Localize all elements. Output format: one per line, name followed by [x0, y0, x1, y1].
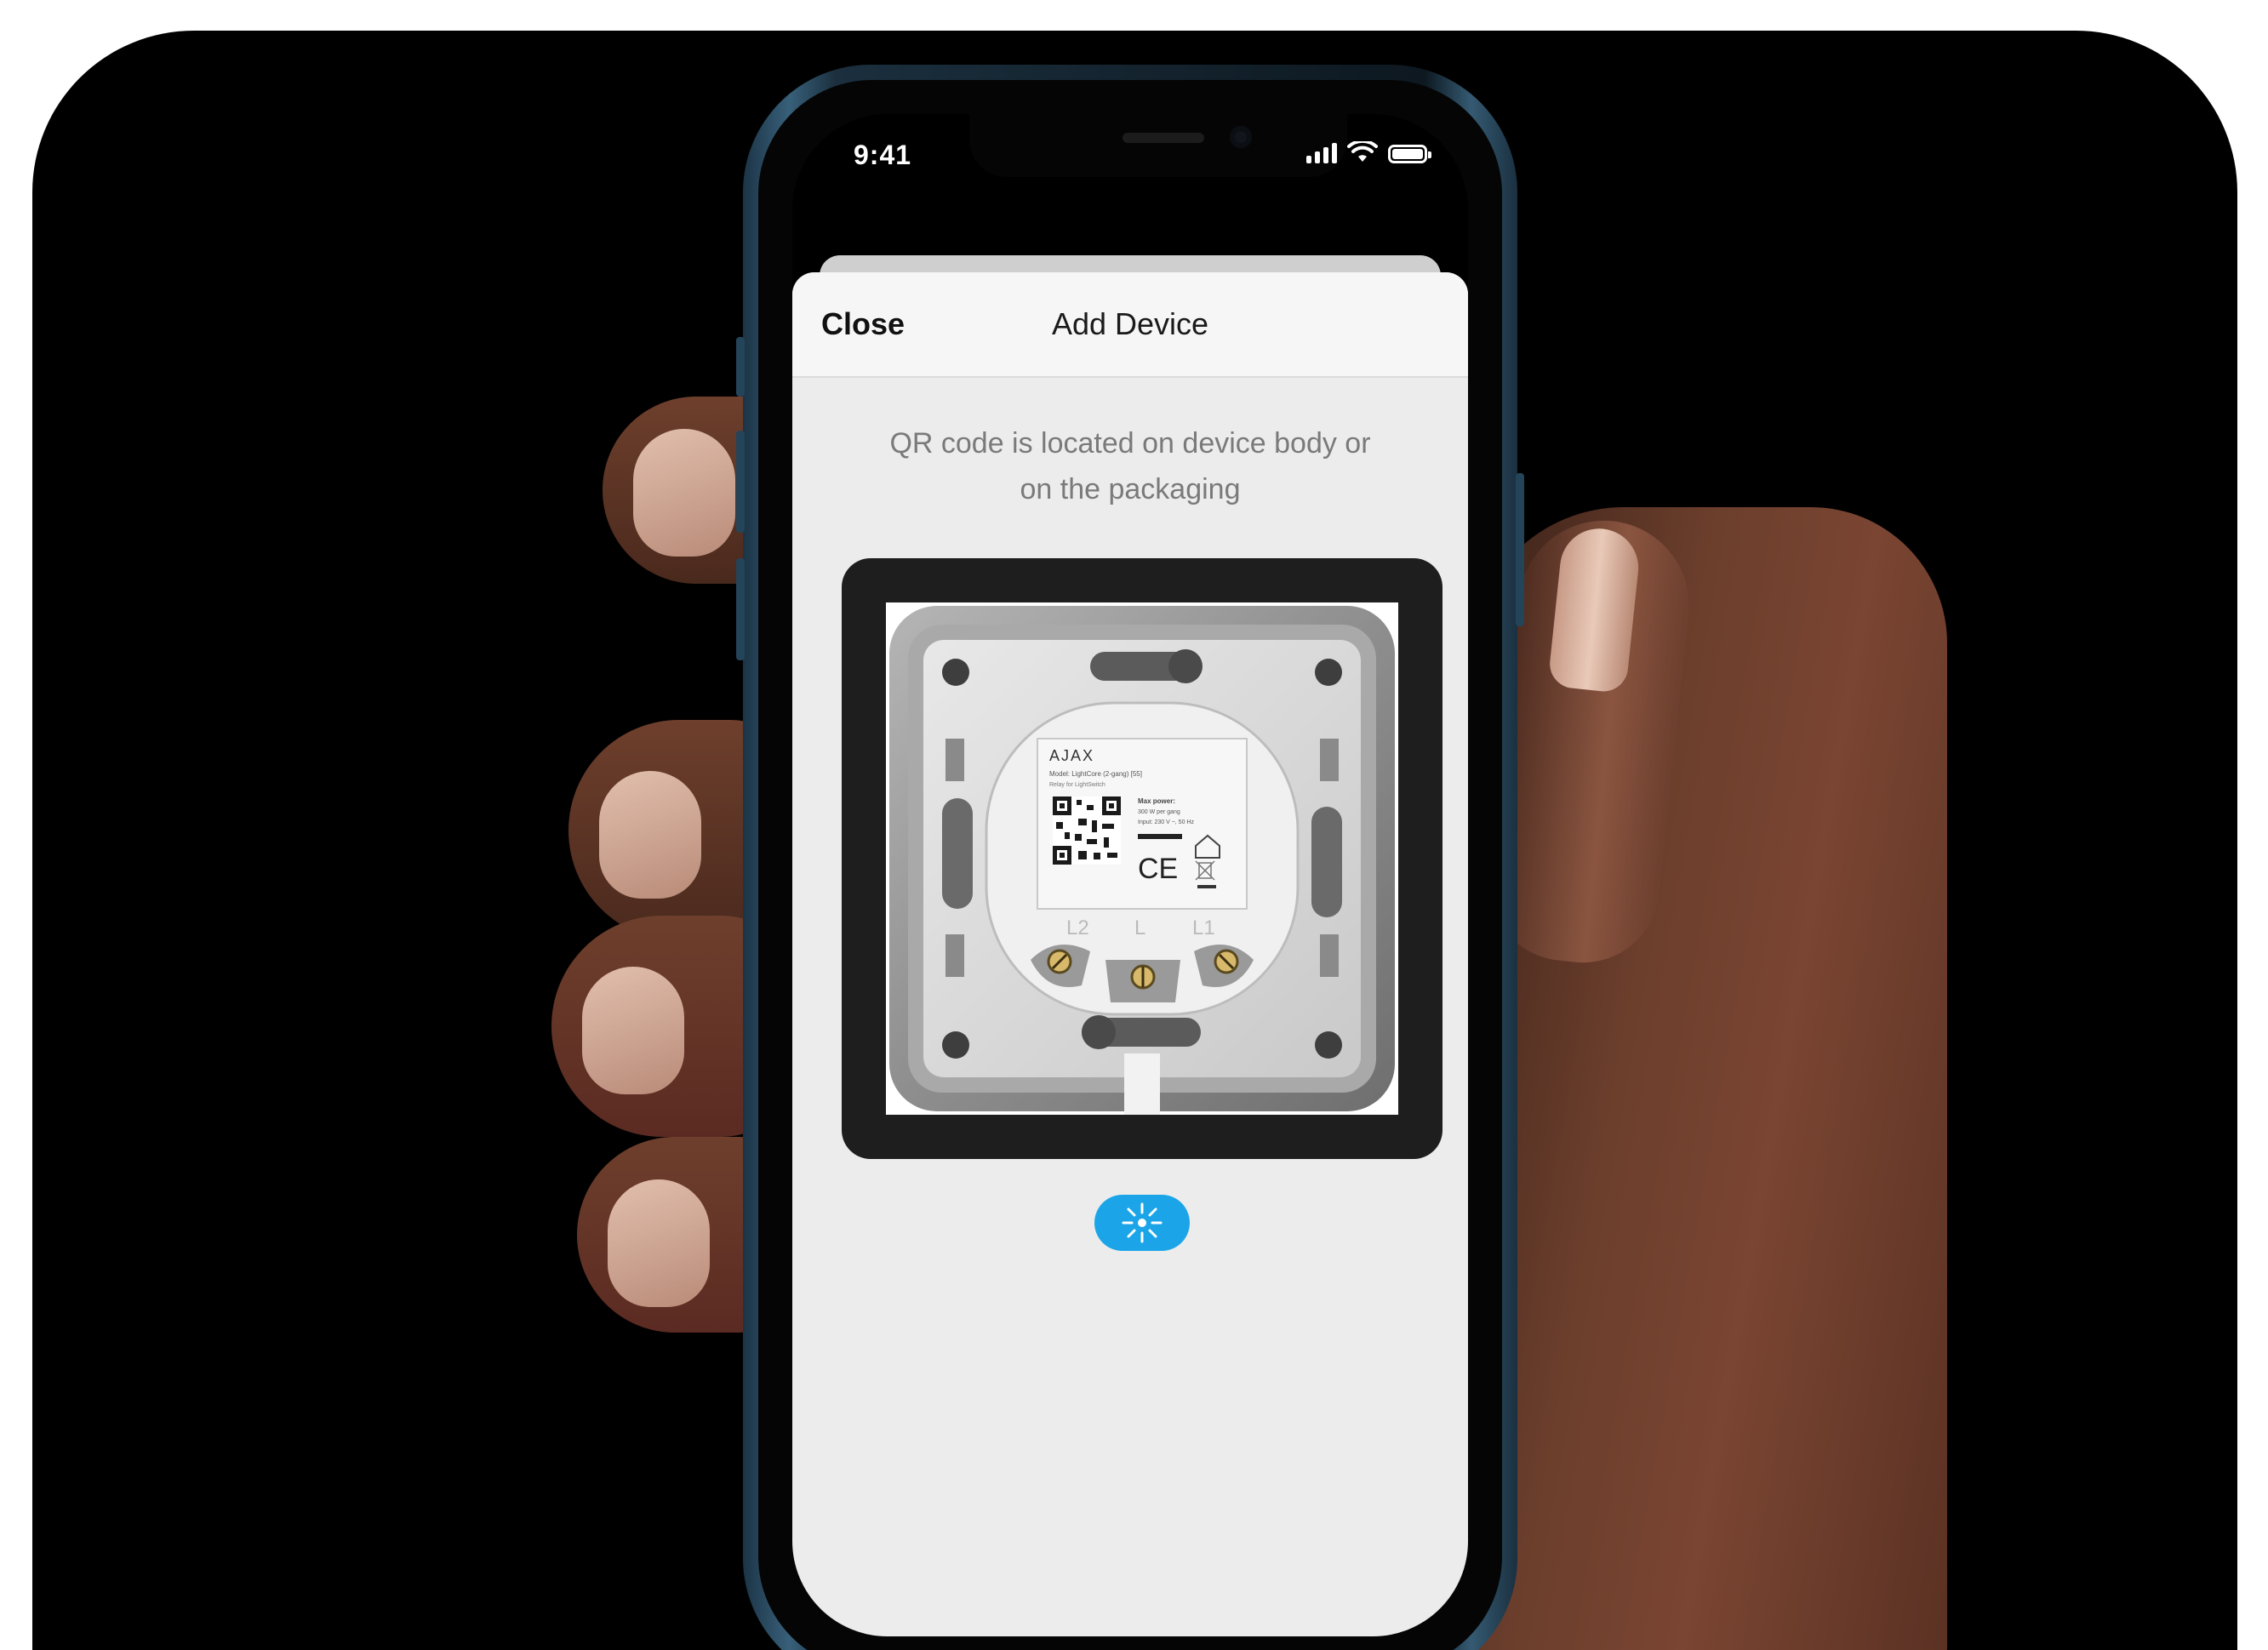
qr-scanner-viewfinder[interactable]: AJAX Model: LightCore (2-gang) [55] Rela…: [842, 558, 1442, 1159]
device-image: AJAX Model: LightCore (2-gang) [55] Rela…: [889, 606, 1395, 1115]
scan-hint-line-2: on the packaging: [1020, 473, 1241, 505]
flashlight-icon: [1122, 1202, 1163, 1243]
front-camera: [1230, 126, 1252, 148]
page-title: Add Device: [1051, 306, 1209, 341]
device-subtitle-text: Relay for LightSwitch: [1049, 782, 1105, 788]
phone-bezel: 9:41 Close Add Device QR code is located…: [758, 80, 1502, 1650]
side-button-volume-down: [736, 558, 745, 660]
add-device-sheet: Close Add Device QR code is located on d…: [792, 272, 1468, 1636]
status-time: 9:41: [854, 140, 912, 170]
device-max-power-value: 300 W per gang: [1138, 809, 1180, 815]
device-model-text: Model: LightCore (2-gang) [55]: [1049, 770, 1142, 778]
cellular-signal-icon: [1306, 141, 1337, 163]
speaker-grille: [1123, 133, 1204, 143]
terminal-label-l: L: [1134, 916, 1145, 939]
status-icons: [1306, 141, 1431, 163]
terminal-label-l1: L1: [1192, 916, 1215, 939]
device-max-power-title: Max power:: [1138, 797, 1175, 805]
scan-hint: QR code is located on device body or on …: [860, 420, 1400, 512]
flashlight-button[interactable]: [1094, 1195, 1190, 1251]
notch: [969, 114, 1347, 177]
background: 9:41 Close Add Device QR code is located…: [32, 31, 2237, 1650]
scan-hint-line-1: QR code is located on device body or: [889, 427, 1371, 460]
phone-screen: 9:41 Close Add Device QR code is located…: [792, 114, 1468, 1636]
ce-mark-icon: CE: [1138, 853, 1178, 885]
battery-icon: [1388, 145, 1431, 163]
device-brand-text: AJAX: [1049, 747, 1094, 764]
side-button-mute: [736, 337, 745, 397]
device-input-text: Input: 230 V ~, 50 Hz: [1138, 819, 1194, 825]
navbar: Close Add Device: [792, 272, 1468, 378]
side-button-power: [1516, 473, 1524, 626]
terminal-label-l2: L2: [1066, 916, 1089, 939]
camera-preview: AJAX Model: LightCore (2-gang) [55] Rela…: [886, 602, 1398, 1115]
wifi-icon: [1347, 141, 1378, 162]
phone: 9:41 Close Add Device QR code is located…: [736, 65, 1524, 1650]
side-button-volume-up: [736, 431, 745, 533]
